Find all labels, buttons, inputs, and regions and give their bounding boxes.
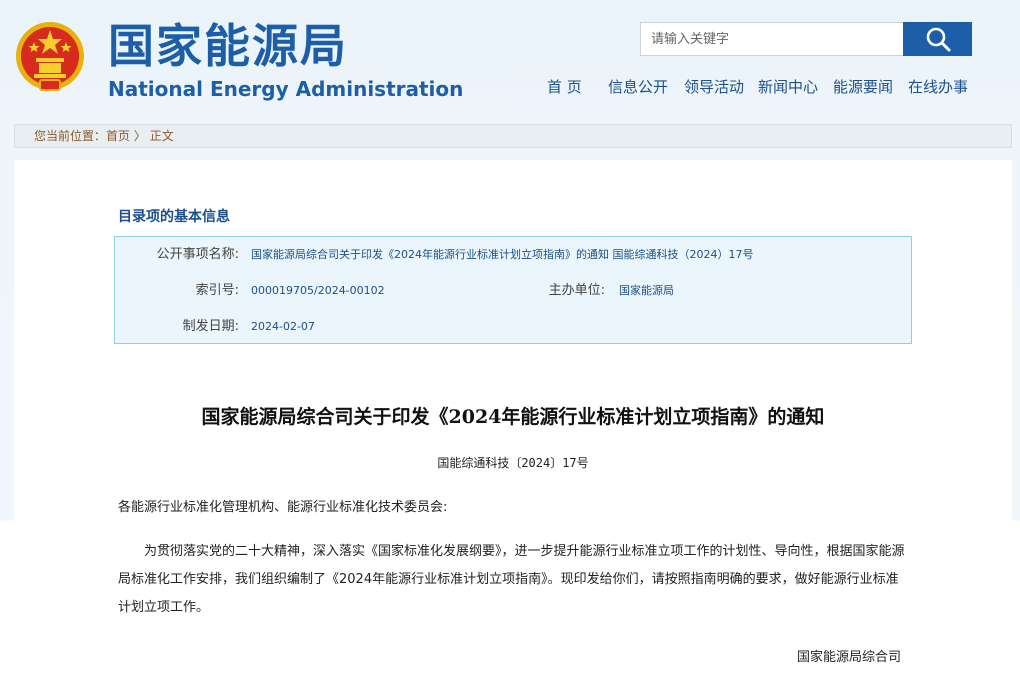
meta-org-value: 国家能源局 xyxy=(619,284,674,297)
nav-item-home[interactable]: 首 页 xyxy=(547,76,582,98)
nav-item-leader-activities[interactable]: 领导活动 xyxy=(684,76,744,98)
nav-item-online-services[interactable]: 在线办事 xyxy=(908,76,968,98)
site-header: 国家能源局 National Energy Administration 首 页… xyxy=(0,0,1020,112)
nav-item-news-center[interactable]: 新闻中心 xyxy=(758,76,818,98)
national-emblem-icon[interactable] xyxy=(14,20,86,96)
site-title-en[interactable]: National Energy Administration xyxy=(108,76,463,102)
meta-heading: 目录项的基本信息 xyxy=(118,209,230,225)
breadcrumb: 您当前位置：首页 〉 正文 xyxy=(14,124,1012,148)
meta-name-value: 国家能源局综合司关于印发《2024年能源行业标准计划立项指南》的通知 国能综通科… xyxy=(251,248,754,261)
document-number: 国能综通科技〔2024〕17号 xyxy=(437,456,589,470)
main-content: 目录项的基本信息 公开事项名称: 国家能源局综合司关于印发《2024年能源行业标… xyxy=(14,160,1012,680)
breadcrumb-separator: 〉 xyxy=(130,129,146,143)
meta-index-value: 000019705/2024-00102 xyxy=(251,284,385,297)
nav-item-energy-news[interactable]: 能源要闻 xyxy=(833,76,893,98)
meta-date-label: 制发日期: xyxy=(182,319,239,334)
breadcrumb-prefix: 您当前位置： xyxy=(34,129,107,143)
meta-name-label: 公开事项名称: xyxy=(156,247,239,262)
document-salutation: 各能源行业标准化管理机构、能源行业标准化技术委员会: xyxy=(118,500,448,515)
search-button[interactable] xyxy=(903,22,972,56)
meta-index-label: 索引号: xyxy=(195,283,239,298)
meta-info-box: 公开事项名称: 国家能源局综合司关于印发《2024年能源行业标准计划立项指南》的… xyxy=(114,236,912,344)
breadcrumb-current[interactable]: 正文 xyxy=(150,129,174,143)
magnifier-icon xyxy=(926,27,950,52)
nav-item-info-disclosure[interactable]: 信息公开 xyxy=(608,76,668,98)
document-body-paragraph: 为贯彻落实党的二十大精神，深入落实《国家标准化发展纲要》，进一步提升能源行业标准… xyxy=(118,544,905,615)
document-signature: 国家能源局综合司 xyxy=(797,650,902,665)
breadcrumb-home-link[interactable]: 首页 xyxy=(106,129,130,143)
search-input[interactable] xyxy=(640,22,904,56)
main-nav: 首 页 信息公开 领导活动 新闻中心 能源要闻 在线办事 xyxy=(540,76,980,100)
site-title-cn[interactable]: 国家能源局 xyxy=(108,18,348,74)
meta-date-value: 2024-02-07 xyxy=(251,320,315,333)
meta-org-label: 主办单位: xyxy=(548,283,605,298)
document-title: 国家能源局综合司关于印发《2024年能源行业标准计划立项指南》的通知 xyxy=(201,406,825,428)
